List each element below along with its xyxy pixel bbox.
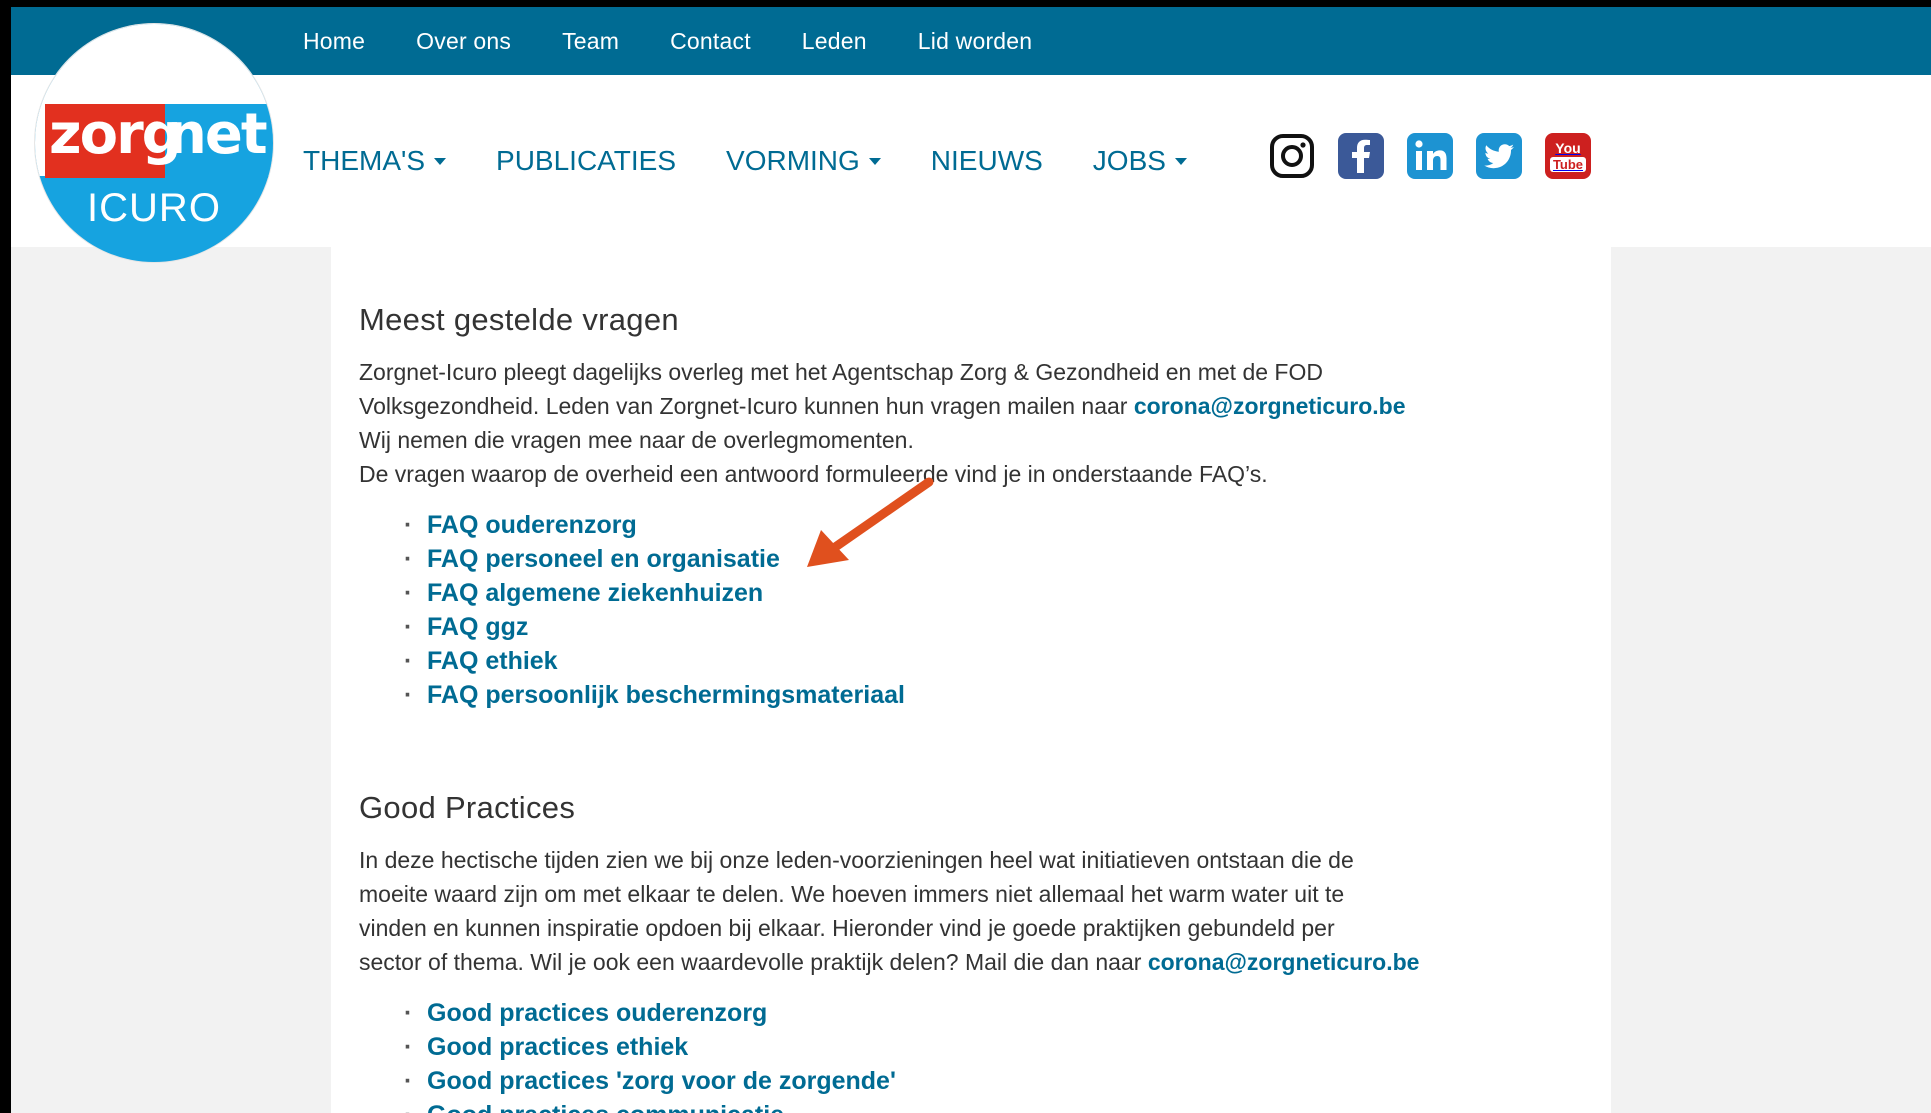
gp-email-link[interactable]: corona@zorgneticuro.be: [1148, 949, 1420, 975]
topnav-team[interactable]: Team: [562, 28, 619, 55]
list-item: Good practices ouderenzorg: [359, 996, 1589, 1030]
youtube-icon[interactable]: You Tube: [1545, 133, 1591, 179]
gp-link-communicatie[interactable]: Good practices communicatie: [427, 1101, 784, 1113]
gp-link-zorg-voor-de-zorgende[interactable]: Good practices 'zorg voor de zorgende': [427, 1067, 896, 1095]
list-item: Good practices communicatie: [359, 1098, 1589, 1113]
gp-line-4-text: sector of thema. Wil je ook een waardevo…: [359, 949, 1148, 975]
good-practices-section: Good Practices In deze hectische tijden …: [359, 790, 1589, 1113]
screenshot-frame: Home Over ons Team Contact Leden Lid wor…: [0, 0, 1931, 1113]
faq-section: Meest gestelde vragen Zorgnet-Icuro plee…: [359, 302, 1589, 712]
faq-line-2: Volksgezondheid. Leden van Zorgnet-Icuro…: [359, 389, 1589, 423]
faq-email-link[interactable]: corona@zorgneticuro.be: [1134, 393, 1406, 419]
faq-line-3: Wij nemen die vragen mee naar de overleg…: [359, 427, 914, 453]
faq-link-ziekenhuizen[interactable]: FAQ algemene ziekenhuizen: [427, 579, 763, 607]
gp-line-1: In deze hectische tijden zien we bij onz…: [359, 847, 1354, 873]
faq-heading: Meest gestelde vragen: [359, 302, 679, 337]
facebook-icon[interactable]: [1338, 133, 1384, 179]
list-item: FAQ ouderenzorg: [359, 508, 1589, 542]
list-item: FAQ personeel en organisatie: [359, 542, 1589, 576]
topnav-home[interactable]: Home: [303, 28, 365, 55]
twitter-icon[interactable]: [1476, 133, 1522, 179]
mainnav-nieuws[interactable]: NIEUWS: [931, 145, 1043, 177]
list-item: FAQ ggz: [359, 610, 1589, 644]
faq-line-4: De vragen waarop de overheid een antwoor…: [359, 461, 1268, 487]
mainnav-jobs[interactable]: JOBS: [1093, 145, 1187, 177]
top-nav: Home Over ons Team Contact Leden Lid wor…: [303, 7, 1083, 75]
annotation-arrow-icon: [807, 477, 934, 567]
mainnav-themas-label: THEMA'S: [303, 145, 426, 176]
gp-link-ethiek[interactable]: Good practices ethiek: [427, 1033, 688, 1061]
mainnav-publicaties[interactable]: PUBLICATIES: [496, 145, 676, 177]
faq-line-1: Zorgnet-Icuro pleegt dagelijks overleg m…: [359, 359, 1323, 385]
youtube-text-you: You: [1555, 139, 1581, 156]
faq-link-ggz[interactable]: FAQ ggz: [427, 613, 528, 641]
good-practices-heading: Good Practices: [359, 790, 576, 825]
main-nav: THEMA'S PUBLICATIES VORMING NIEUWS JOBS: [303, 75, 1237, 247]
mainnav-vorming[interactable]: VORMING: [726, 145, 881, 177]
list-item: FAQ persoonlijk beschermingsmateriaal: [359, 678, 1589, 712]
faq-link-beschermingsmateriaal[interactable]: FAQ persoonlijk beschermingsmateriaal: [427, 681, 905, 709]
gp-line-4: sector of thema. Wil je ook een waardevo…: [359, 945, 1589, 979]
faq-link-ethiek[interactable]: FAQ ethiek: [427, 647, 558, 675]
topnav-contact[interactable]: Contact: [670, 28, 751, 55]
caret-down-icon: [1174, 157, 1187, 165]
web-page: Home Over ons Team Contact Leden Lid wor…: [11, 7, 1931, 1113]
good-practices-intro: In deze hectische tijden zien we bij onz…: [359, 843, 1589, 979]
faq-link-ouderenzorg[interactable]: FAQ ouderenzorg: [427, 511, 637, 539]
linkedin-icon[interactable]: [1407, 133, 1453, 179]
mainnav-vorming-label: VORMING: [726, 145, 860, 176]
faq-link-personeel[interactable]: FAQ personeel en organisatie: [427, 545, 780, 573]
list-item: FAQ ethiek: [359, 644, 1589, 678]
topnav-lid-worden[interactable]: Lid worden: [918, 28, 1033, 55]
faq-link-list: FAQ ouderenzorg FAQ personeel en organis…: [359, 508, 1589, 712]
list-item: FAQ algemene ziekenhuizen: [359, 576, 1589, 610]
faq-line-2-text: Volksgezondheid. Leden van Zorgnet-Icuro…: [359, 393, 1134, 419]
social-icons: You Tube: [1269, 133, 1614, 179]
mainnav-nieuws-label: NIEUWS: [930, 145, 1043, 176]
instagram-icon[interactable]: [1269, 133, 1315, 179]
top-bar: Home Over ons Team Contact Leden Lid wor…: [11, 7, 1931, 75]
zorgnet-icuro-logo[interactable]: zorg net ICURO: [35, 24, 273, 262]
youtube-text-tube: Tube: [1549, 156, 1587, 172]
list-item: Good practices ethiek: [359, 1030, 1589, 1064]
caret-down-icon: [434, 157, 447, 165]
faq-intro: Zorgnet-Icuro pleegt dagelijks overleg m…: [359, 355, 1589, 491]
topnav-leden[interactable]: Leden: [802, 28, 867, 55]
good-practices-link-list: Good practices ouderenzorg Good practice…: [359, 996, 1589, 1113]
gp-line-3: vinden en kunnen inspiratie opdoen bij e…: [359, 915, 1335, 941]
caret-down-icon: [868, 157, 881, 165]
gp-link-ouderenzorg[interactable]: Good practices ouderenzorg: [427, 999, 767, 1027]
mainnav-jobs-label: JOBS: [1092, 145, 1166, 176]
content-card: Meest gestelde vragen Zorgnet-Icuro plee…: [331, 247, 1611, 1113]
list-item: Good practices 'zorg voor de zorgende': [359, 1064, 1589, 1098]
mainnav-publicaties-label: PUBLICATIES: [496, 145, 677, 176]
topnav-over-ons[interactable]: Over ons: [416, 28, 511, 55]
logo-word-zorg: zorg: [49, 102, 182, 167]
mainnav-themas[interactable]: THEMA'S: [303, 145, 447, 177]
gp-line-2: moeite waard zijn om met elkaar te delen…: [359, 881, 1345, 907]
logo-word-net: net: [167, 102, 268, 167]
logo-word-icuro: ICURO: [87, 186, 221, 230]
